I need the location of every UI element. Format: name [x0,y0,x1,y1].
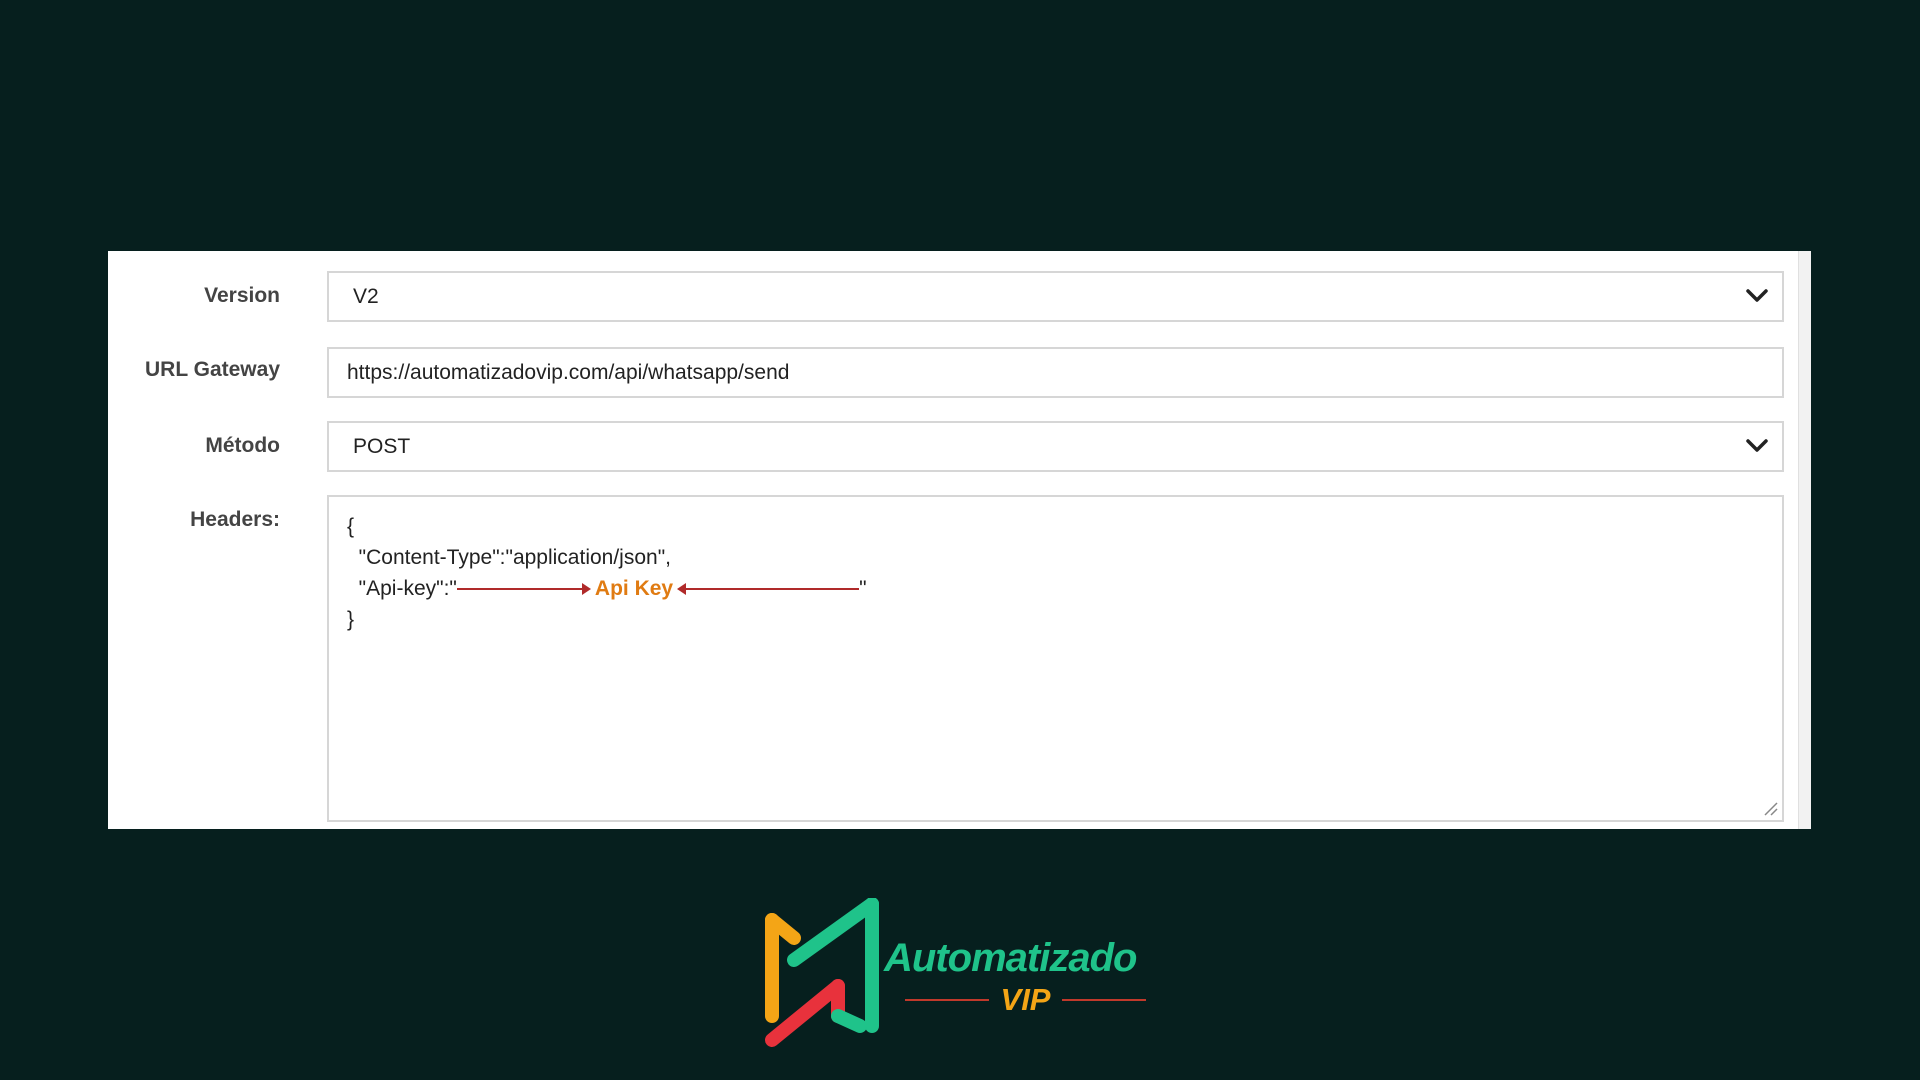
headers-line-content-type: "Content-Type":"application/json", [347,546,671,569]
brand-logo: Automatizado VIP [760,898,1160,1048]
headers-line-open: { [347,515,355,538]
headers-label: Headers: [190,508,280,531]
version-label: Version [204,284,280,307]
headers-line-api-key: "Api-key":" Api Key " [347,573,1764,604]
logo-subtitle: VIP [893,980,1158,1020]
panel-scrollbar[interactable] [1798,251,1811,829]
logo-mark-icon [765,898,879,1047]
arrow-right-icon [456,582,591,595]
url-gateway-label: URL Gateway [145,358,280,381]
arrow-left-icon [677,582,860,595]
method-select[interactable]: POST [327,421,1784,472]
headers-line-close: } [347,608,355,631]
headers-textarea[interactable]: { "Content-Type":"application/json", "Ap… [327,495,1784,822]
version-value: V2 [353,285,379,308]
resize-grip-icon[interactable] [1762,800,1778,816]
logo-vip: VIP [1000,982,1051,1017]
method-label: Método [205,434,280,457]
version-select[interactable]: V2 [327,271,1784,322]
chevron-down-icon [1746,289,1768,302]
page: Version V2 URL Gateway https://automatiz… [0,0,1920,1080]
method-value: POST [353,435,411,458]
logo-rule-left [904,999,989,1001]
api-key-prefix: "Api-key":" [347,577,457,600]
url-gateway-input[interactable]: https://automatizadovip.com/api/whatsapp… [327,347,1784,398]
chevron-down-icon [1746,439,1768,452]
api-key-annotation: Api Key [594,577,674,600]
api-key-suffix: " [859,577,867,600]
logo-rule-right [1062,999,1147,1001]
gateway-settings-form: Version V2 URL Gateway https://automatiz… [108,251,1811,829]
logo-wordmark: Automatizado [884,936,1137,980]
